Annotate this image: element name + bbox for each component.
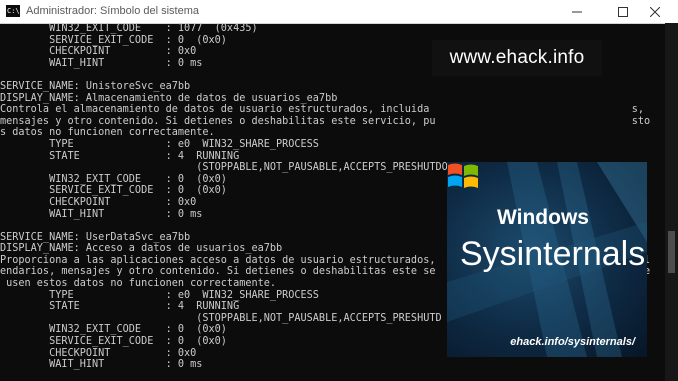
console-line: STATE : 4 RUNNING	[0, 150, 240, 162]
console-line: Controla el almacenamiento de datos de u…	[0, 104, 645, 116]
scroll-thumb[interactable]	[668, 231, 675, 273]
console-line: s datos no funcionen correctamente.	[0, 127, 215, 139]
close-icon	[650, 6, 660, 17]
console-line: WIN32_EXIT_CODE : 1077 (0x435)	[0, 23, 258, 34]
close-button[interactable]	[632, 0, 678, 23]
watermark-banner: www.ehack.info	[432, 40, 602, 76]
console-line: TYPE : e0 WIN32_SHARE_PROCESS	[0, 138, 319, 150]
minimize-button[interactable]	[554, 0, 600, 23]
console-line: mensajes y otro contenido. Si detienes o…	[0, 115, 651, 127]
console-line: WAIT_HINT : 0 ms	[0, 359, 203, 371]
title-bar[interactable]: C:\ Administrador: Símbolo del sistema	[0, 0, 678, 24]
sysinternals-logo: Windows Sysinternals ehack.info/sysinter…	[447, 162, 647, 357]
sysinternals-url: ehack.info/sysinternals/	[510, 336, 635, 348]
vertical-scrollbar[interactable]	[665, 23, 678, 381]
console-line: SERVICE_NAME: UnistoreSvc_ea7bb	[0, 80, 191, 92]
sysinternals-wordmark: Sysinternals	[460, 235, 646, 273]
cmd-icon: C:\	[6, 5, 20, 17]
windows-wordmark: Windows	[497, 206, 589, 229]
console-line: DISPLAY_NAME: Almacenamiento de datos de…	[0, 92, 338, 104]
minimize-icon	[572, 11, 582, 12]
maximize-icon	[618, 6, 628, 17]
window-title: Administrador: Símbolo del sistema	[26, 5, 200, 17]
windows-flag-icon	[448, 163, 478, 188]
